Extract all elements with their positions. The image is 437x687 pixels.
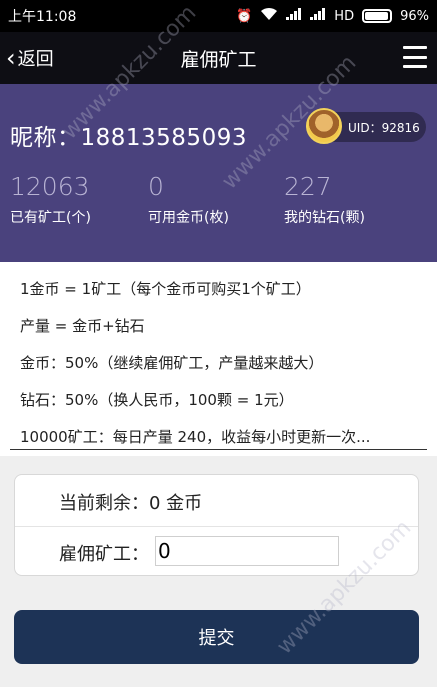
status-time: 上午11:08: [8, 9, 77, 25]
nav-bar: ‹ 返回 雇佣矿工: [0, 32, 437, 84]
submit-button[interactable]: 提交: [14, 610, 419, 664]
stat-miners: 12063 已有矿工(个): [10, 172, 91, 227]
menu-icon[interactable]: [403, 46, 427, 68]
stat-coins-label: 可用金币(枚): [148, 210, 229, 226]
network-type: HD: [334, 8, 355, 24]
info-line: 产量 = 金币+钻石: [20, 317, 145, 335]
info-line: 金币：50%（继续雇佣矿工，产量越来越大）: [20, 354, 324, 372]
hire-form-card: 当前剩余：0 金币 雇佣矿工：: [14, 474, 419, 576]
stat-diamonds: 227 我的钻石(颗): [284, 172, 365, 227]
uid-text: UID：92816: [348, 121, 420, 135]
balance-text: 当前剩余：0 金币: [59, 493, 203, 514]
divider: [15, 526, 418, 527]
info-line: 钻石：50%（换人民币，100颗 = 1元）: [20, 391, 294, 409]
battery-fill: [365, 12, 389, 20]
signal-icon-2: [310, 8, 326, 24]
stat-coins-value: 0: [148, 172, 164, 201]
divider: [10, 449, 427, 450]
stat-coins: 0 可用金币(枚): [148, 172, 229, 227]
alarm-icon: ⏰: [236, 8, 253, 24]
status-icons: ⏰ HD 96%: [236, 7, 429, 25]
profile-panel: 昵称：18813585093 UID：92816 12063 已有矿工(个) 0…: [0, 84, 437, 262]
hire-quantity-input[interactable]: [155, 536, 339, 566]
info-panel: 1金币 = 1矿工（每个金币可购买1个矿工） 产量 = 金币+钻石 金币：50%…: [0, 262, 437, 456]
info-line: 1金币 = 1矿工（每个金币可购买1个矿工）: [20, 280, 311, 298]
chevron-left-icon: ‹: [6, 44, 16, 72]
stat-miners-value: 12063: [10, 172, 90, 201]
back-label: 返回: [17, 49, 54, 70]
info-line: 10000矿工：每日产量 240，收益每小时更新一次...: [20, 428, 371, 446]
stat-diamonds-label: 我的钻石(颗): [284, 210, 365, 226]
back-button[interactable]: ‹ 返回: [6, 32, 54, 84]
hire-label: 雇佣矿工：: [59, 544, 149, 565]
wifi-icon: [260, 7, 278, 25]
page-title: 雇佣矿工: [180, 48, 257, 71]
status-bar: 上午11:08 ⏰ HD 96%: [0, 0, 437, 32]
signal-icon-1: [286, 8, 302, 24]
battery-icon: [362, 9, 393, 23]
nickname: 昵称：18813585093: [10, 125, 247, 151]
battery-percent: 96%: [400, 8, 429, 24]
stat-miners-label: 已有矿工(个): [10, 210, 91, 226]
avatar[interactable]: [306, 108, 342, 144]
stat-diamonds-value: 227: [284, 172, 332, 201]
